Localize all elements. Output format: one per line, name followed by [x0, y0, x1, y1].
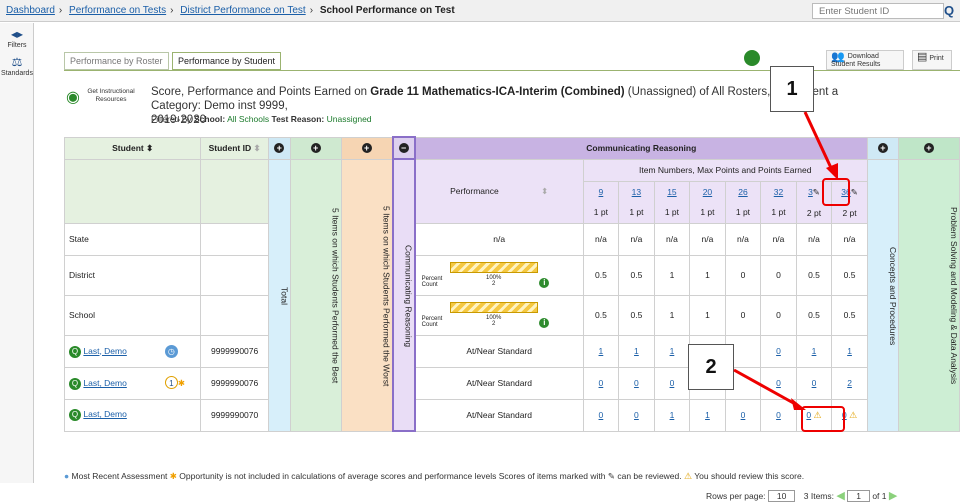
- arrow-2: [733, 368, 798, 407]
- items-count: 3 Items:: [803, 491, 834, 501]
- page-input[interactable]: 1: [847, 490, 870, 502]
- rows-per-page-select[interactable]: 10: [767, 490, 796, 502]
- rows-per-page-label: Rows per page:: [706, 491, 766, 501]
- next-page-icon[interactable]: ▶: [889, 490, 897, 502]
- callout-highlight-2: [801, 406, 845, 432]
- prev-page-icon[interactable]: ◀: [836, 490, 844, 502]
- arrow-1: [803, 111, 834, 171]
- callout-highlight-1: [822, 178, 850, 206]
- page-total: of 1: [872, 491, 887, 501]
- pagination: Rows per page: 10 3 Items: ◀ 1 of 1 ▶: [706, 489, 897, 502]
